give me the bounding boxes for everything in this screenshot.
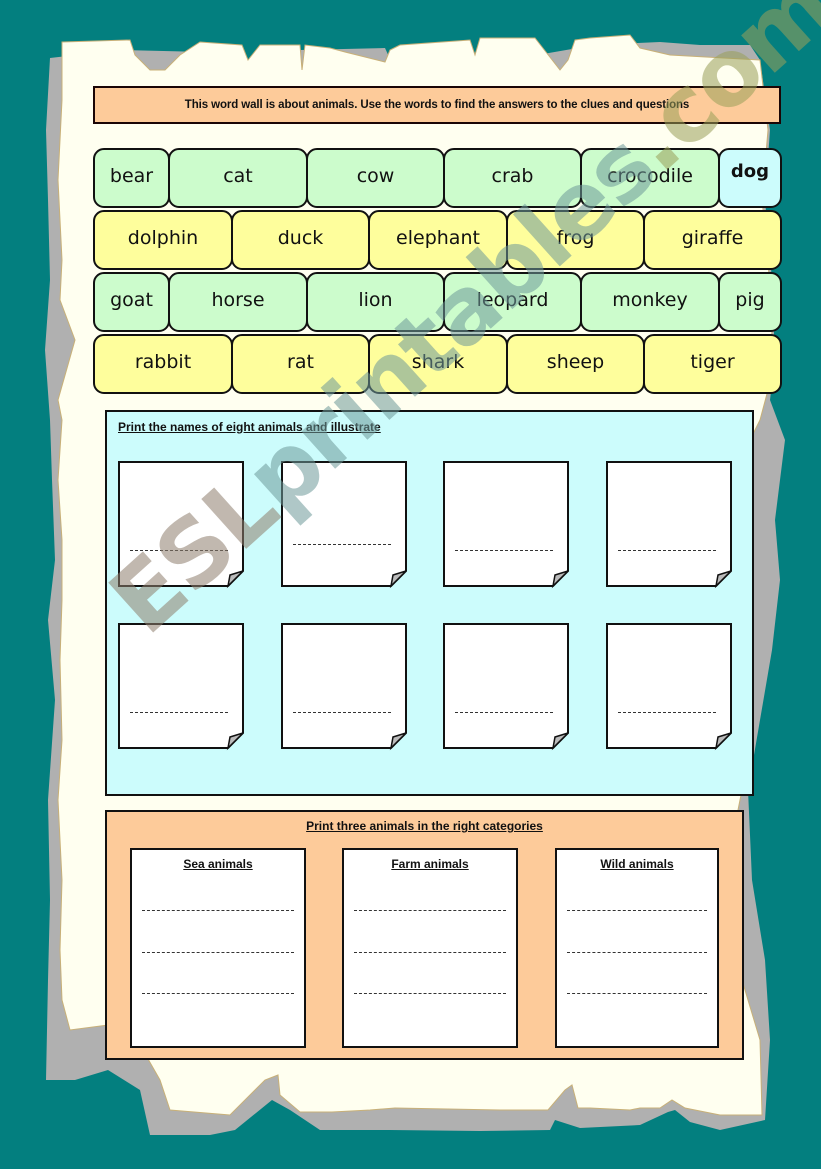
- drawing-card[interactable]: [281, 461, 407, 589]
- category-title: Sea animals: [183, 857, 253, 871]
- word-tile: crocodile: [580, 148, 720, 208]
- word-tile: cow: [306, 148, 445, 208]
- page-curl-card-icon: [118, 623, 244, 751]
- name-blank-line[interactable]: [455, 550, 553, 551]
- word-tile: monkey: [580, 272, 720, 332]
- word-wall-row: dolphin duck elephant frog giraffe: [93, 210, 782, 272]
- name-blank-line[interactable]: [293, 544, 391, 545]
- word-tile: giraffe: [643, 210, 782, 270]
- word-tile: elephant: [368, 210, 508, 270]
- word-tile: bear: [93, 148, 170, 208]
- drawing-card[interactable]: [118, 461, 244, 589]
- answer-blank-line[interactable]: [567, 952, 707, 953]
- answer-blank-line[interactable]: [142, 952, 294, 953]
- name-blank-line[interactable]: [618, 712, 716, 713]
- name-blank-line[interactable]: [130, 712, 228, 713]
- word-tile: goat: [93, 272, 170, 332]
- word-wall: bear cat cow crab crocodile dog dolphin …: [93, 148, 782, 396]
- word-wall-row: rabbit rat shark sheep tiger: [93, 334, 782, 396]
- drawing-card[interactable]: [606, 461, 732, 589]
- category-title: Farm animals: [391, 857, 469, 871]
- word-tile: leopard: [443, 272, 582, 332]
- category-farm: Farm animals: [342, 848, 518, 1048]
- page-curl-card-icon: [281, 623, 407, 751]
- name-blank-line[interactable]: [455, 712, 553, 713]
- drawing-card[interactable]: [118, 623, 244, 751]
- word-tile: lion: [306, 272, 445, 332]
- category-sea: Sea animals: [130, 848, 306, 1048]
- drawing-card[interactable]: [443, 461, 569, 589]
- word-tile: tiger: [643, 334, 782, 394]
- word-tile: duck: [231, 210, 370, 270]
- answer-blank-line[interactable]: [142, 993, 294, 994]
- word-tile: sheep: [506, 334, 645, 394]
- word-tile: dolphin: [93, 210, 233, 270]
- name-blank-line[interactable]: [618, 550, 716, 551]
- name-blank-line[interactable]: [293, 712, 391, 713]
- word-tile: shark: [368, 334, 508, 394]
- page-curl-card-icon: [606, 623, 732, 751]
- word-tile: cat: [168, 148, 308, 208]
- answer-blank-line[interactable]: [567, 910, 707, 911]
- drawing-card[interactable]: [443, 623, 569, 751]
- answer-blank-line[interactable]: [567, 993, 707, 994]
- intro-box: This word wall is about animals. Use the…: [93, 86, 781, 124]
- answer-blank-line[interactable]: [354, 993, 506, 994]
- name-blank-line[interactable]: [130, 550, 228, 551]
- category-title: Wild animals: [600, 857, 674, 871]
- word-tile: crab: [443, 148, 582, 208]
- categories-panel: Print three animals in the right categor…: [105, 810, 744, 1060]
- illustrate-title: Print the names of eight animals and ill…: [118, 420, 381, 434]
- answer-blank-line[interactable]: [142, 910, 294, 911]
- word-tile: frog: [506, 210, 645, 270]
- word-tile: pig: [718, 272, 782, 332]
- word-tile: dog: [718, 148, 782, 208]
- drawing-card[interactable]: [606, 623, 732, 751]
- page-curl-card-icon: [443, 461, 569, 589]
- intro-text: This word wall is about animals. Use the…: [184, 99, 690, 111]
- illustrate-panel: Print the names of eight animals and ill…: [105, 410, 754, 796]
- page-curl-card-icon: [606, 461, 732, 589]
- page-curl-card-icon: [281, 461, 407, 589]
- categories-title: Print three animals in the right categor…: [306, 819, 543, 833]
- word-wall-row: goat horse lion leopard monkey pig: [93, 272, 782, 334]
- page-curl-card-icon: [118, 461, 244, 589]
- page-curl-card-icon: [443, 623, 569, 751]
- word-tile: rat: [231, 334, 370, 394]
- word-wall-row: bear cat cow crab crocodile dog: [93, 148, 782, 210]
- answer-blank-line[interactable]: [354, 952, 506, 953]
- word-tile: horse: [168, 272, 308, 332]
- drawing-card[interactable]: [281, 623, 407, 751]
- answer-blank-line[interactable]: [354, 910, 506, 911]
- category-wild: Wild animals: [555, 848, 719, 1048]
- word-tile: rabbit: [93, 334, 233, 394]
